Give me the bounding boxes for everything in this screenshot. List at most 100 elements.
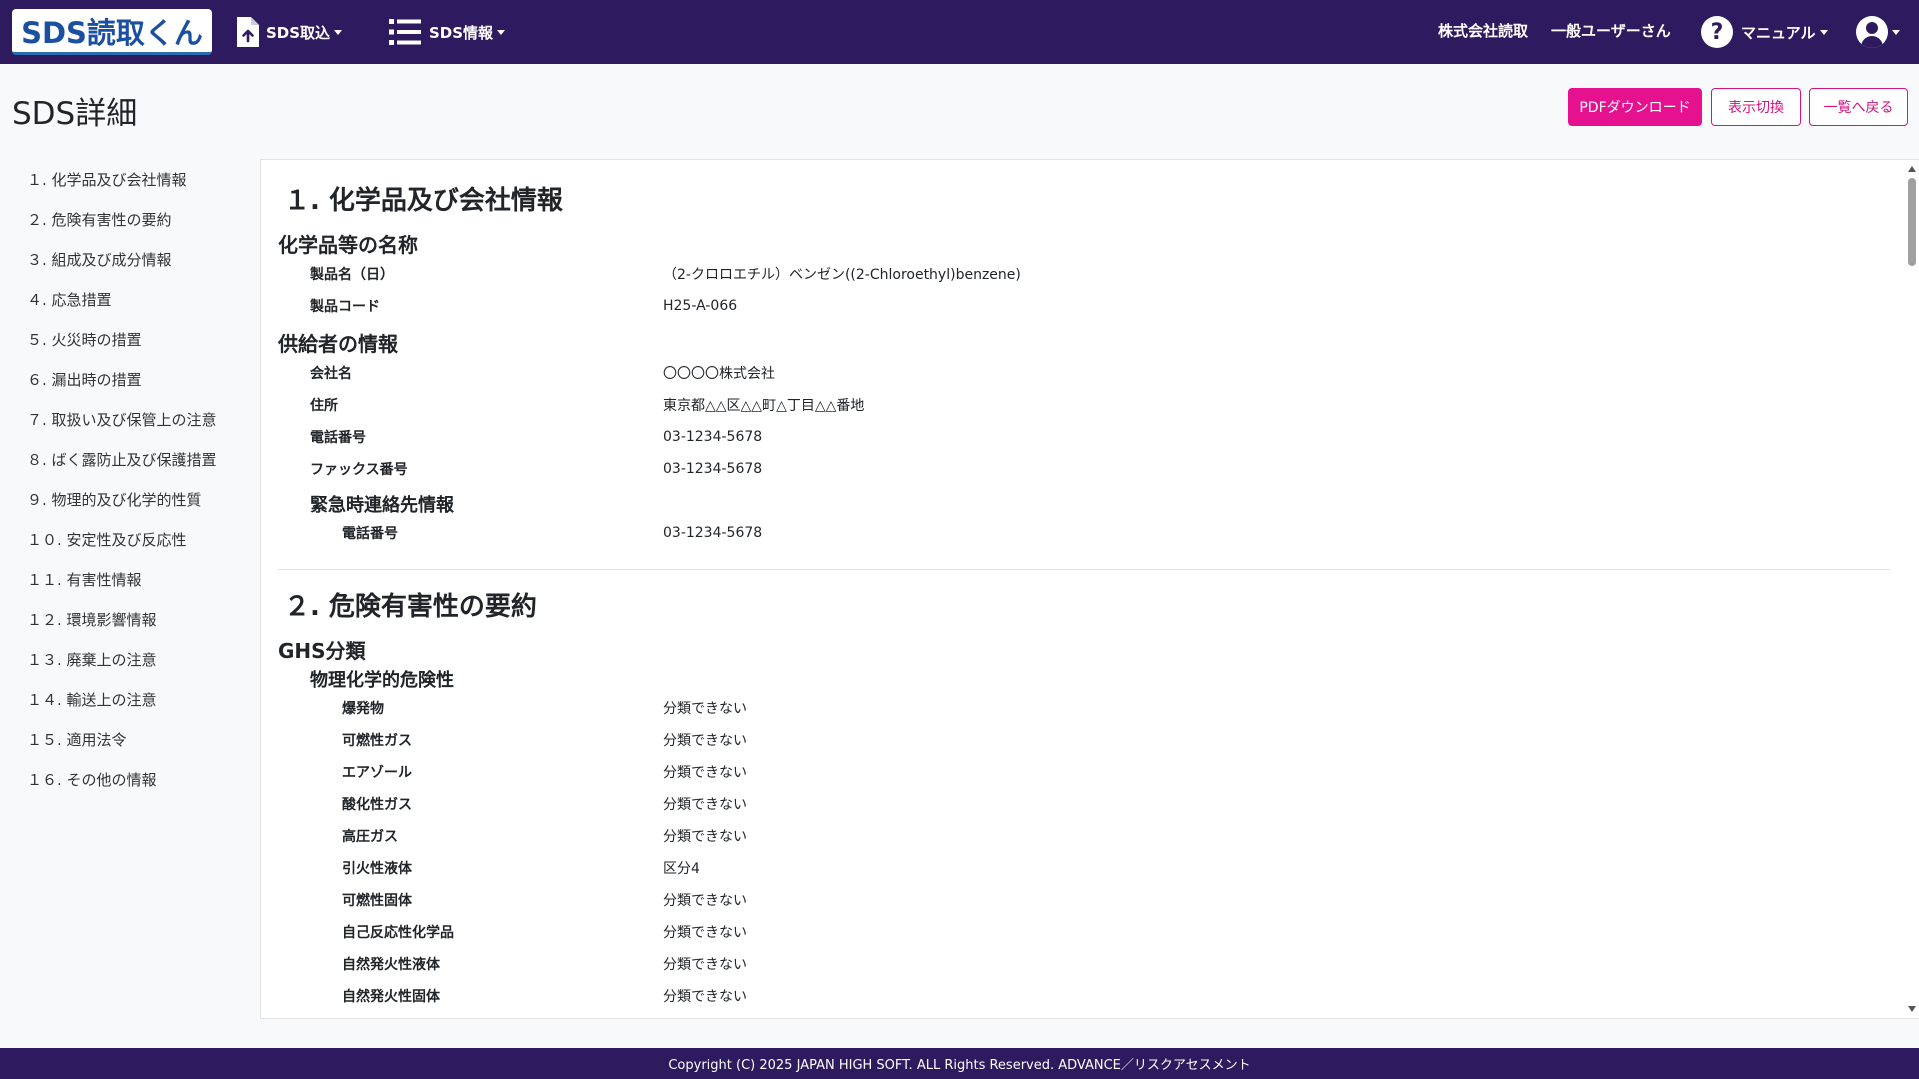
hazard-value: 分類できない <box>663 701 747 717</box>
list-icon <box>389 18 421 46</box>
emergency-phone-row: 電話番号 03-1234-5678 <box>278 517 1890 549</box>
brand-name: SDS読取くん <box>21 15 203 50</box>
sidebar-item-section-10[interactable]: １０. 安定性及び反応性 <box>0 520 250 560</box>
account-menu[interactable] <box>1856 14 1900 50</box>
emergency-phone-value: 03-1234-5678 <box>663 525 763 541</box>
sidebar-item-section-15[interactable]: １５. 適用法令 <box>0 720 250 760</box>
scroll-up-arrow-icon[interactable] <box>1908 166 1916 172</box>
sds-upload-label: SDS取込 <box>266 23 331 42</box>
sidebar-item-section-9[interactable]: ９. 物理的及び化学的性質 <box>0 480 250 520</box>
hazard-value: 分類できない <box>663 925 747 941</box>
product-code-value: H25-A-066 <box>663 298 738 314</box>
user-avatar-icon <box>1856 16 1888 48</box>
help-icon: ? <box>1701 16 1733 48</box>
sidebar-item-section-11[interactable]: １１. 有害性情報 <box>0 560 250 600</box>
fax-value: 03-1234-5678 <box>663 461 763 477</box>
hazard-row: 自然発火性固体 分類できない <box>278 980 1890 1012</box>
copyright-text: Copyright (C) 2025 JAPAN HIGH SOFT. ALL … <box>668 1058 1251 1073</box>
hazard-value: 分類できない <box>663 893 747 909</box>
ghs-heading: GHS分類 <box>278 639 366 663</box>
sds-detail-panel[interactable]: １. 化学品及び会社情報 化学品等の名称 製品名（日） （2-クロロエチル）ベン… <box>260 159 1919 1019</box>
hazard-value: 分類できない <box>663 829 747 845</box>
scroll-down-arrow-icon[interactable] <box>1908 1006 1916 1012</box>
manual-label: マニュアル <box>1741 23 1816 42</box>
company-label: 会社名 <box>310 366 352 382</box>
address-row: 住所 東京都△△区△△町△丁目△△番地 <box>278 389 1890 421</box>
sidebar-item-section-14[interactable]: １４. 輸送上の注意 <box>0 680 250 720</box>
hazard-label: 爆発物 <box>342 701 384 717</box>
manual-menu[interactable]: ? マニュアル <box>1701 14 1828 50</box>
fax-label: ファックス番号 <box>310 462 408 478</box>
sidebar-item-section-3[interactable]: ３. 組成及び成分情報 <box>0 240 250 280</box>
hazard-label: エアゾール <box>342 765 412 781</box>
sds-info-menu[interactable]: SDS情報 <box>389 14 506 50</box>
section-2-title: ２. 危険有害性の要約 <box>284 592 537 622</box>
hazard-value: 分類できない <box>663 957 747 973</box>
hazard-row: エアゾール 分類できない <box>278 756 1890 788</box>
hazard-value: 分類できない <box>663 765 747 781</box>
sidebar-item-section-2[interactable]: ２. 危険有害性の要約 <box>0 200 250 240</box>
chevron-down-icon <box>1892 29 1900 35</box>
hazard-label: 自然発火性液体 <box>342 957 440 973</box>
hazard-row: 可燃性固体 分類できない <box>278 884 1890 916</box>
sidebar-item-section-6[interactable]: ６. 漏出時の措置 <box>0 360 250 400</box>
product-name-value: （2-クロロエチル）ベンゼン((2-Chloroethyl)benzene) <box>663 267 1021 283</box>
chevron-down-icon <box>334 29 343 35</box>
hazard-label: 高圧ガス <box>342 829 398 845</box>
product-code-label: 製品コード <box>310 299 380 315</box>
hazard-value: 分類できない <box>663 797 747 813</box>
sds-info-label: SDS情報 <box>429 23 494 42</box>
sidebar-item-section-5[interactable]: ５. 火災時の措置 <box>0 320 250 360</box>
navbar: SDS読取くん SDS取込 SDS情報 株式会社読取 一般ユーザーさん ? マニ… <box>0 0 1919 64</box>
sidebar-item-section-16[interactable]: １６. その他の情報 <box>0 760 250 800</box>
hazard-row: 可燃性ガス 分類できない <box>278 724 1890 756</box>
footer: Copyright (C) 2025 JAPAN HIGH SOFT. ALL … <box>0 1048 1919 1079</box>
user-name: 一般ユーザーさん <box>1551 22 1671 40</box>
hazard-row: 自己反応性化学品 分類できない <box>278 916 1890 948</box>
upload-icon <box>235 17 259 47</box>
hazard-label: 可燃性ガス <box>342 733 412 749</box>
hazard-label: 自然発火性固体 <box>342 989 440 1005</box>
hazard-row: 爆発物 分類できない <box>278 692 1890 724</box>
section-nav: １. 化学品及び会社情報 ２. 危険有害性の要約 ３. 組成及び成分情報 ４. … <box>0 160 250 800</box>
emergency-phone-label: 電話番号 <box>342 526 398 542</box>
display-toggle-button[interactable]: 表示切換 <box>1711 88 1801 126</box>
address-value: 東京都△△区△△町△丁目△△番地 <box>663 398 865 414</box>
brand-logo[interactable]: SDS読取くん <box>12 9 212 55</box>
hazard-row: 酸化性ガス 分類できない <box>278 788 1890 820</box>
product-heading: 化学品等の名称 <box>278 233 418 257</box>
pdf-download-button[interactable]: PDFダウンロード <box>1568 88 1702 126</box>
sidebar-item-section-4[interactable]: ４. 応急措置 <box>0 280 250 320</box>
hazard-row: 引火性液体 区分4 <box>278 852 1890 884</box>
supplier-heading: 供給者の情報 <box>278 332 398 356</box>
back-to-list-button[interactable]: 一覧へ戻る <box>1809 88 1908 126</box>
hazard-label: 自己反応性化学品 <box>342 925 454 941</box>
company-row: 会社名 〇〇〇〇株式会社 <box>278 357 1890 389</box>
product-code-row: 製品コード H25-A-066 <box>278 290 1890 322</box>
sds-upload-menu[interactable]: SDS取込 <box>235 14 343 50</box>
hazard-value: 区分4 <box>663 861 700 877</box>
address-label: 住所 <box>310 398 338 414</box>
sidebar-item-section-12[interactable]: １２. 環境影響情報 <box>0 600 250 640</box>
hazard-label: 酸化性ガス <box>342 797 412 813</box>
company-name: 株式会社読取 <box>1438 22 1529 40</box>
hazard-value: 分類できない <box>663 733 747 749</box>
sidebar-item-section-1[interactable]: １. 化学品及び会社情報 <box>0 160 250 200</box>
page-title: SDS詳細 <box>12 96 138 132</box>
physchem-heading: 物理化学的危険性 <box>310 670 454 691</box>
hazard-label: 可燃性固体 <box>342 893 412 909</box>
phone-value: 03-1234-5678 <box>663 429 763 445</box>
scrollbar[interactable] <box>1905 160 1919 1018</box>
sidebar-item-section-7[interactable]: ７. 取扱い及び保管上の注意 <box>0 400 250 440</box>
hazard-row: 高圧ガス 分類できない <box>278 820 1890 852</box>
sidebar-item-section-8[interactable]: ８. ばく露防止及び保護措置 <box>0 440 250 480</box>
product-name-row: 製品名（日） （2-クロロエチル）ベンゼン((2-Chloroethyl)ben… <box>278 258 1890 290</box>
hazard-label: 引火性液体 <box>342 861 412 877</box>
scroll-thumb[interactable] <box>1908 178 1916 266</box>
chevron-down-icon <box>497 29 506 35</box>
chevron-down-icon <box>1819 29 1828 35</box>
sidebar-item-section-13[interactable]: １３. 廃棄上の注意 <box>0 640 250 680</box>
section-1-title: １. 化学品及び会社情報 <box>284 186 563 216</box>
phone-label: 電話番号 <box>310 430 366 446</box>
fax-row: ファックス番号 03-1234-5678 <box>278 453 1890 485</box>
